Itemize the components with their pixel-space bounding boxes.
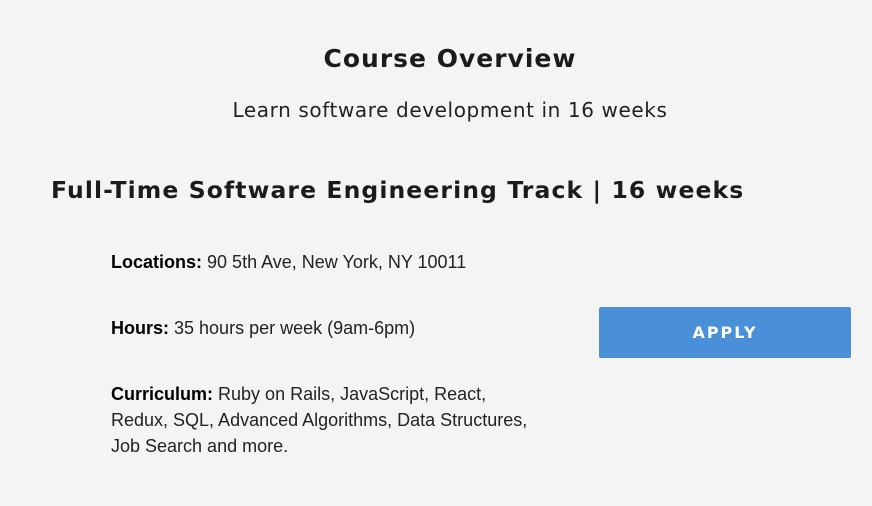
curriculum-label: Curriculum: — [111, 384, 214, 404]
page-title: Course Overview — [323, 44, 577, 73]
locations-detail: Locations: 90 5th Ave, New York, NY 1001… — [111, 249, 531, 275]
hours-value: 35 hours per week (9am-6pm) — [174, 318, 416, 338]
locations-label: Locations: — [111, 252, 203, 272]
locations-value: 90 5th Ave, New York, NY 10011 — [207, 252, 467, 272]
hours-detail: Hours: 35 hours per week (9am-6pm) — [111, 315, 531, 341]
page-subtitle: Learn software development in 16 weeks — [232, 98, 668, 122]
apply-button[interactable]: APPLY — [599, 307, 851, 358]
hours-label: Hours: — [111, 318, 169, 338]
track-title: Full-Time Software Engineering Track | 1… — [51, 176, 745, 204]
curriculum-detail: Curriculum: Ruby on Rails, JavaScript, R… — [111, 381, 531, 459]
